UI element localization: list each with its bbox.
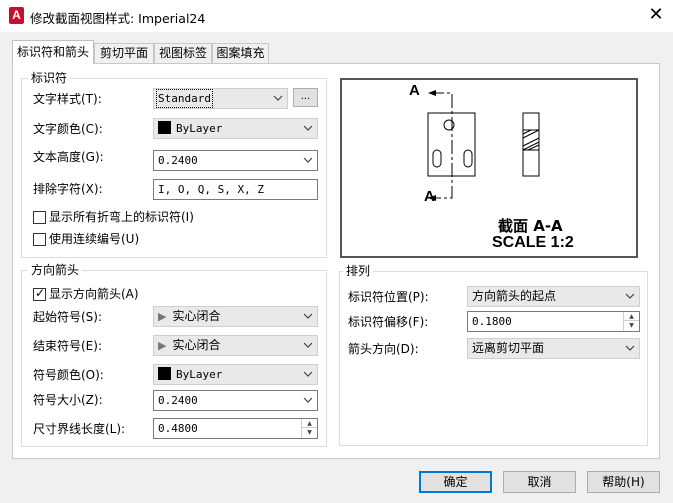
text-color-value-wrap: ByLayer xyxy=(158,121,222,136)
arrow-symbol-icon: ▶ xyxy=(158,339,167,352)
identifier-offset-label: 标识符偏移(F): xyxy=(348,315,429,329)
exclude-chars-label: 排除字符(X): xyxy=(33,182,103,196)
preview-label-a-bottom: A xyxy=(424,188,435,205)
chevron-down-icon xyxy=(303,342,313,348)
identifier-position-combo[interactable]: 方向箭头的起点 xyxy=(467,286,640,307)
identifier-offset-value: 0.1800 xyxy=(472,315,512,328)
arrow-direction-value: 远离剪切平面 xyxy=(472,341,545,355)
preview-scale-text: SCALE 1:2 xyxy=(492,234,574,251)
text-style-combo[interactable]: Standard xyxy=(153,88,288,109)
cancel-button[interactable]: 取消 xyxy=(503,471,576,493)
tab-view-label[interactable]: 视图标签 xyxy=(154,43,212,63)
identifier-position-label: 标识符位置(P): xyxy=(348,290,429,304)
spin-up-icon[interactable]: ▲ xyxy=(624,312,639,321)
text-color-value: ByLayer xyxy=(176,122,223,135)
color-swatch xyxy=(158,367,171,380)
show-direction-arrow-checkbox[interactable]: ✓ xyxy=(33,286,46,301)
extension-length-spinner[interactable]: ▲ ▼ xyxy=(301,419,317,438)
extension-length-label: 尺寸界线长度(L): xyxy=(33,422,126,436)
continuous-numbering-label: 使用连续编号(U) xyxy=(49,232,140,246)
spin-down-icon[interactable]: ▼ xyxy=(302,428,317,437)
autocad-app-icon: A xyxy=(9,7,24,24)
section-preview-drawing xyxy=(427,90,540,201)
continuous-numbering-checkbox[interactable] xyxy=(33,233,46,246)
chevron-down-icon xyxy=(303,371,313,377)
preview-section-title: 截面 A-A xyxy=(498,217,563,235)
chevron-down-icon xyxy=(625,293,635,299)
text-color-combo[interactable]: ByLayer xyxy=(153,118,318,139)
identifier-position-value: 方向箭头的起点 xyxy=(472,289,557,303)
arrow-direction-combo[interactable]: 远离剪切平面 xyxy=(467,338,640,359)
start-symbol-combo[interactable]: ▶ 实心闭合 xyxy=(153,306,318,327)
text-color-label: 文字颜色(C): xyxy=(33,122,103,136)
show-direction-arrow-label: 显示方向箭头(A) xyxy=(49,287,139,301)
identifier-group-title: 标识符 xyxy=(28,71,71,85)
chevron-down-icon xyxy=(625,345,635,351)
exclude-chars-value: I, O, Q, S, X, Z xyxy=(158,183,264,196)
show-all-bends-checkbox[interactable] xyxy=(33,211,46,224)
close-icon: ✕ xyxy=(648,4,664,25)
chevron-down-icon xyxy=(303,397,313,403)
arrow-symbol-icon: ▶ xyxy=(158,310,167,323)
extension-length-value: 0.4800 xyxy=(158,422,198,435)
chevron-down-icon xyxy=(303,313,313,319)
direction-arrow-group-title: 方向箭头 xyxy=(28,263,83,277)
arrow-direction-label: 箭头方向(D): xyxy=(348,342,419,356)
arrangement-group-title: 排列 xyxy=(343,264,374,278)
end-symbol-label: 结束符号(E): xyxy=(33,339,102,353)
end-symbol-value: 实心闭合 xyxy=(172,338,221,352)
chevron-down-icon xyxy=(303,125,313,131)
color-swatch xyxy=(158,121,171,134)
text-height-combo[interactable]: 0.2400 xyxy=(153,150,318,171)
spin-up-icon[interactable]: ▲ xyxy=(302,419,317,428)
symbol-size-label: 符号大小(Z): xyxy=(33,393,103,407)
symbol-color-combo[interactable]: ByLayer xyxy=(153,364,318,385)
ok-button[interactable]: 确定 xyxy=(419,471,492,493)
preview-label-a-top: A xyxy=(409,82,420,99)
text-style-browse-button[interactable]: ... xyxy=(293,88,318,107)
tab-hatch[interactable]: 图案填充 xyxy=(212,43,269,63)
title-bar: A 修改截面视图样式: Imperial24 ✕ xyxy=(0,0,673,32)
help-button[interactable]: 帮助(H) xyxy=(587,471,660,493)
exclude-chars-input[interactable]: I, O, Q, S, X, Z xyxy=(153,179,318,200)
text-style-label: 文字样式(T): xyxy=(33,92,102,106)
symbol-size-value: 0.2400 xyxy=(158,394,198,407)
chevron-down-icon xyxy=(273,95,283,101)
close-button[interactable]: ✕ xyxy=(644,4,668,28)
checkmark-icon: ✓ xyxy=(35,286,46,300)
symbol-color-value-wrap: ByLayer xyxy=(158,367,222,382)
text-height-label: 文本高度(G): xyxy=(33,150,104,164)
extension-length-input[interactable]: 0.4800 ▲ ▼ xyxy=(153,418,318,439)
tab-cutting-plane[interactable]: 剪切平面 xyxy=(94,43,154,63)
text-height-value: 0.2400 xyxy=(158,154,198,167)
window-title: 修改截面视图样式: Imperial24 xyxy=(30,11,206,26)
tab-identifier-arrows[interactable]: 标识符和箭头 xyxy=(12,40,94,64)
symbol-color-value: ByLayer xyxy=(176,368,223,381)
show-all-bends-label: 显示所有折弯上的标识符(I) xyxy=(49,210,194,224)
identifier-offset-spinner[interactable]: ▲ ▼ xyxy=(623,312,639,331)
start-symbol-label: 起始符号(S): xyxy=(33,310,103,324)
start-symbol-value-wrap: ▶ 实心闭合 xyxy=(158,309,220,324)
chevron-down-icon xyxy=(303,157,313,163)
end-symbol-combo[interactable]: ▶ 实心闭合 xyxy=(153,335,318,356)
start-symbol-value: 实心闭合 xyxy=(172,309,221,323)
spin-down-icon[interactable]: ▼ xyxy=(624,321,639,330)
preview-pane: A A 截面 A-A SCALE 1:2 xyxy=(340,78,638,258)
end-symbol-value-wrap: ▶ 实心闭合 xyxy=(158,338,220,353)
identifier-offset-input[interactable]: 0.1800 ▲ ▼ xyxy=(467,311,640,332)
text-style-value: Standard xyxy=(156,89,213,108)
symbol-size-combo[interactable]: 0.2400 xyxy=(153,390,318,411)
symbol-color-label: 符号颜色(O): xyxy=(33,368,104,382)
